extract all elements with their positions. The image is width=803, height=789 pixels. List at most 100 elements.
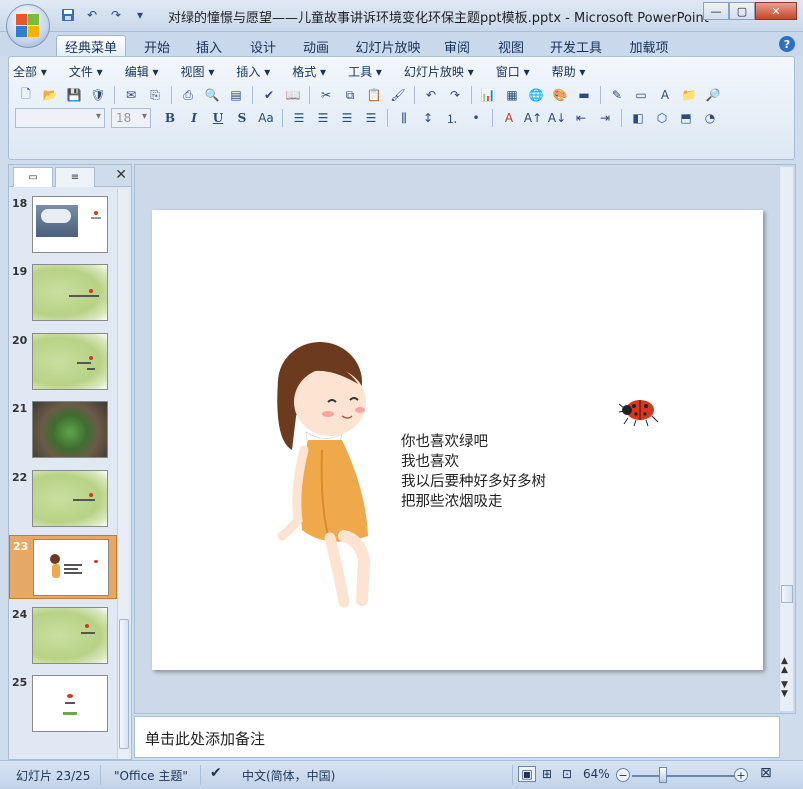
table-icon[interactable]: ▦ xyxy=(501,85,523,105)
new-file-icon[interactable]: 🗋 xyxy=(15,85,37,105)
chart-icon[interactable]: 📊 xyxy=(477,85,499,105)
menu-insert[interactable]: 插入 ▾ xyxy=(236,63,270,81)
slides-panel-scrollbar[interactable] xyxy=(117,189,129,759)
slide-thumbnail-24[interactable]: 24 xyxy=(9,604,117,668)
shadow-icon[interactable]: S xyxy=(231,108,253,128)
slide-thumbnail-19[interactable]: 19 xyxy=(9,261,117,325)
help-icon[interactable]: ? xyxy=(779,36,795,52)
menu-all[interactable]: 全部 ▾ xyxy=(13,63,47,81)
grayscale-icon[interactable]: ▤ xyxy=(225,85,247,105)
previous-slide-icon[interactable]: ▲ ▲ xyxy=(781,657,788,675)
tab-developer[interactable]: 开发工具 xyxy=(545,35,607,57)
zoom-out-button[interactable]: − xyxy=(616,768,630,782)
underline-icon[interactable]: U xyxy=(207,108,229,128)
slide-scrollbar[interactable]: ▲ ▲ ▼ ▼ xyxy=(779,167,793,711)
slide-thumbnail-22[interactable]: 22 xyxy=(9,467,117,531)
current-slide[interactable]: 你也喜欢绿吧 我也喜欢 我以后要种好多好多树 把那些浓烟吸走 xyxy=(152,210,763,670)
slide-thumbnail-25[interactable]: 25 xyxy=(9,672,117,736)
normal-view-icon[interactable]: ▣ xyxy=(518,766,536,782)
arrange-icon[interactable]: ⬒ xyxy=(675,108,697,128)
slide-sorter-icon[interactable]: ⊞ xyxy=(538,766,556,782)
shrink-font-icon[interactable]: A↓ xyxy=(546,108,568,128)
italic-icon[interactable]: I xyxy=(183,108,205,128)
qat-customize-button[interactable]: ▾ xyxy=(130,6,150,24)
change-case-icon[interactable]: Aa xyxy=(255,108,277,128)
scrollbar-thumb[interactable] xyxy=(119,619,129,749)
fill-color-icon[interactable]: ▬ xyxy=(573,85,595,105)
layout-icon[interactable]: ▭ xyxy=(630,85,652,105)
hyperlink-icon[interactable]: 🌐 xyxy=(525,85,547,105)
align-left-icon[interactable]: ☰ xyxy=(288,108,310,128)
redo-icon[interactable]: ↷ xyxy=(106,6,126,24)
menu-format[interactable]: 格式 ▾ xyxy=(292,63,326,81)
zoom-slider-handle[interactable] xyxy=(659,767,667,783)
new-slide-icon[interactable]: ✎ xyxy=(606,85,628,105)
scrollbar-thumb[interactable] xyxy=(781,585,793,603)
grow-font-icon[interactable]: A↑ xyxy=(522,108,544,128)
spelling-icon[interactable]: ✔ xyxy=(258,85,280,105)
print-icon[interactable]: ⎙ xyxy=(177,85,199,105)
redo-toolbar-icon[interactable]: ↷ xyxy=(444,85,466,105)
slide-thumbnail-23[interactable]: 23 xyxy=(9,535,117,599)
tab-insert[interactable]: 插入 xyxy=(188,35,230,57)
justify-icon[interactable]: ☰ xyxy=(360,108,382,128)
tab-home[interactable]: 开始 xyxy=(136,35,178,57)
increase-indent-icon[interactable]: ⇥ xyxy=(594,108,616,128)
format-painter-icon[interactable]: 🖌 xyxy=(387,85,409,105)
notes-pane[interactable]: 单击此处添加备注 xyxy=(134,716,780,758)
menu-help[interactable]: 帮助 ▾ xyxy=(552,63,586,81)
align-center-icon[interactable]: ☰ xyxy=(312,108,334,128)
decrease-indent-icon[interactable]: ⇤ xyxy=(570,108,592,128)
close-button[interactable]: ✕ xyxy=(755,2,797,20)
open-folder-icon[interactable]: 📂 xyxy=(39,85,61,105)
menu-tools[interactable]: 工具 ▾ xyxy=(348,63,382,81)
color-scheme-icon[interactable]: 🎨 xyxy=(549,85,571,105)
theme-name[interactable]: "Office 主题" xyxy=(114,767,188,784)
language-indicator[interactable]: 中文(简体，中国) xyxy=(242,767,335,784)
zoom-slider-track[interactable] xyxy=(632,775,736,777)
publish-icon[interactable]: ⎘ xyxy=(144,85,166,105)
tab-classic-menu[interactable]: 经典菜单 xyxy=(56,35,126,57)
minimize-button[interactable]: — xyxy=(703,2,729,20)
menu-window[interactable]: 窗口 ▾ xyxy=(496,63,530,81)
zoom-level[interactable]: 64% xyxy=(583,767,610,781)
save-toolbar-icon[interactable]: 💾 xyxy=(63,85,85,105)
undo-icon[interactable]: ↶ xyxy=(82,6,102,24)
tab-view[interactable]: 视图 xyxy=(490,35,532,57)
tab-design[interactable]: 设计 xyxy=(242,35,284,57)
columns-icon[interactable]: ⫼ xyxy=(393,108,415,128)
restore-button[interactable]: ▢ xyxy=(729,2,755,20)
email-icon[interactable]: ✉ xyxy=(120,85,142,105)
shape-fill-icon[interactable]: ◔ xyxy=(699,108,721,128)
bullets-icon[interactable]: • xyxy=(465,108,487,128)
menu-edit[interactable]: 编辑 ▾ xyxy=(125,63,159,81)
folder-icon[interactable]: 📁 xyxy=(678,85,700,105)
tab-addins[interactable]: 加载项 xyxy=(622,35,676,57)
next-slide-icon[interactable]: ▼ ▼ xyxy=(781,681,788,699)
design-icon[interactable]: ◧ xyxy=(627,108,649,128)
research-icon[interactable]: 📖 xyxy=(282,85,304,105)
menu-view[interactable]: 视图 ▾ xyxy=(181,63,215,81)
menu-slideshow[interactable]: 幻灯片放映 ▾ xyxy=(404,63,474,81)
zoom-in-button[interactable]: + xyxy=(734,768,748,782)
office-button[interactable] xyxy=(6,4,50,48)
slide-thumbnail-21[interactable]: 21 xyxy=(9,398,117,462)
menu-file[interactable]: 文件 ▾ xyxy=(69,63,103,81)
panel-close-icon[interactable]: ✕ xyxy=(115,167,127,183)
slides-tab-icon[interactable]: ▭ xyxy=(13,167,53,187)
permission-icon[interactable]: 🛡 xyxy=(87,85,109,105)
slide-text-box[interactable]: 你也喜欢绿吧 我也喜欢 我以后要种好多好多树 把那些浓烟吸走 xyxy=(401,432,546,512)
tab-slideshow[interactable]: 幻灯片放映 xyxy=(352,35,424,57)
slide-thumbnail-20[interactable]: 20 xyxy=(9,330,117,394)
shapes-icon[interactable]: ⬡ xyxy=(651,108,673,128)
text-direction-icon[interactable]: ↕ xyxy=(417,108,439,128)
spelling-check-icon[interactable]: ✔ xyxy=(210,765,222,781)
undo-toolbar-icon[interactable]: ↶ xyxy=(420,85,442,105)
find-icon[interactable]: 🔎 xyxy=(702,85,724,105)
tab-animation[interactable]: 动画 xyxy=(295,35,337,57)
tab-review[interactable]: 审阅 xyxy=(436,35,478,57)
outline-tab-icon[interactable]: ≡ xyxy=(55,167,95,187)
font-color-icon[interactable]: A xyxy=(498,108,520,128)
slideshow-view-icon[interactable]: ⊡ xyxy=(558,766,576,782)
slide-thumbnail-18[interactable]: 18 xyxy=(9,193,117,257)
